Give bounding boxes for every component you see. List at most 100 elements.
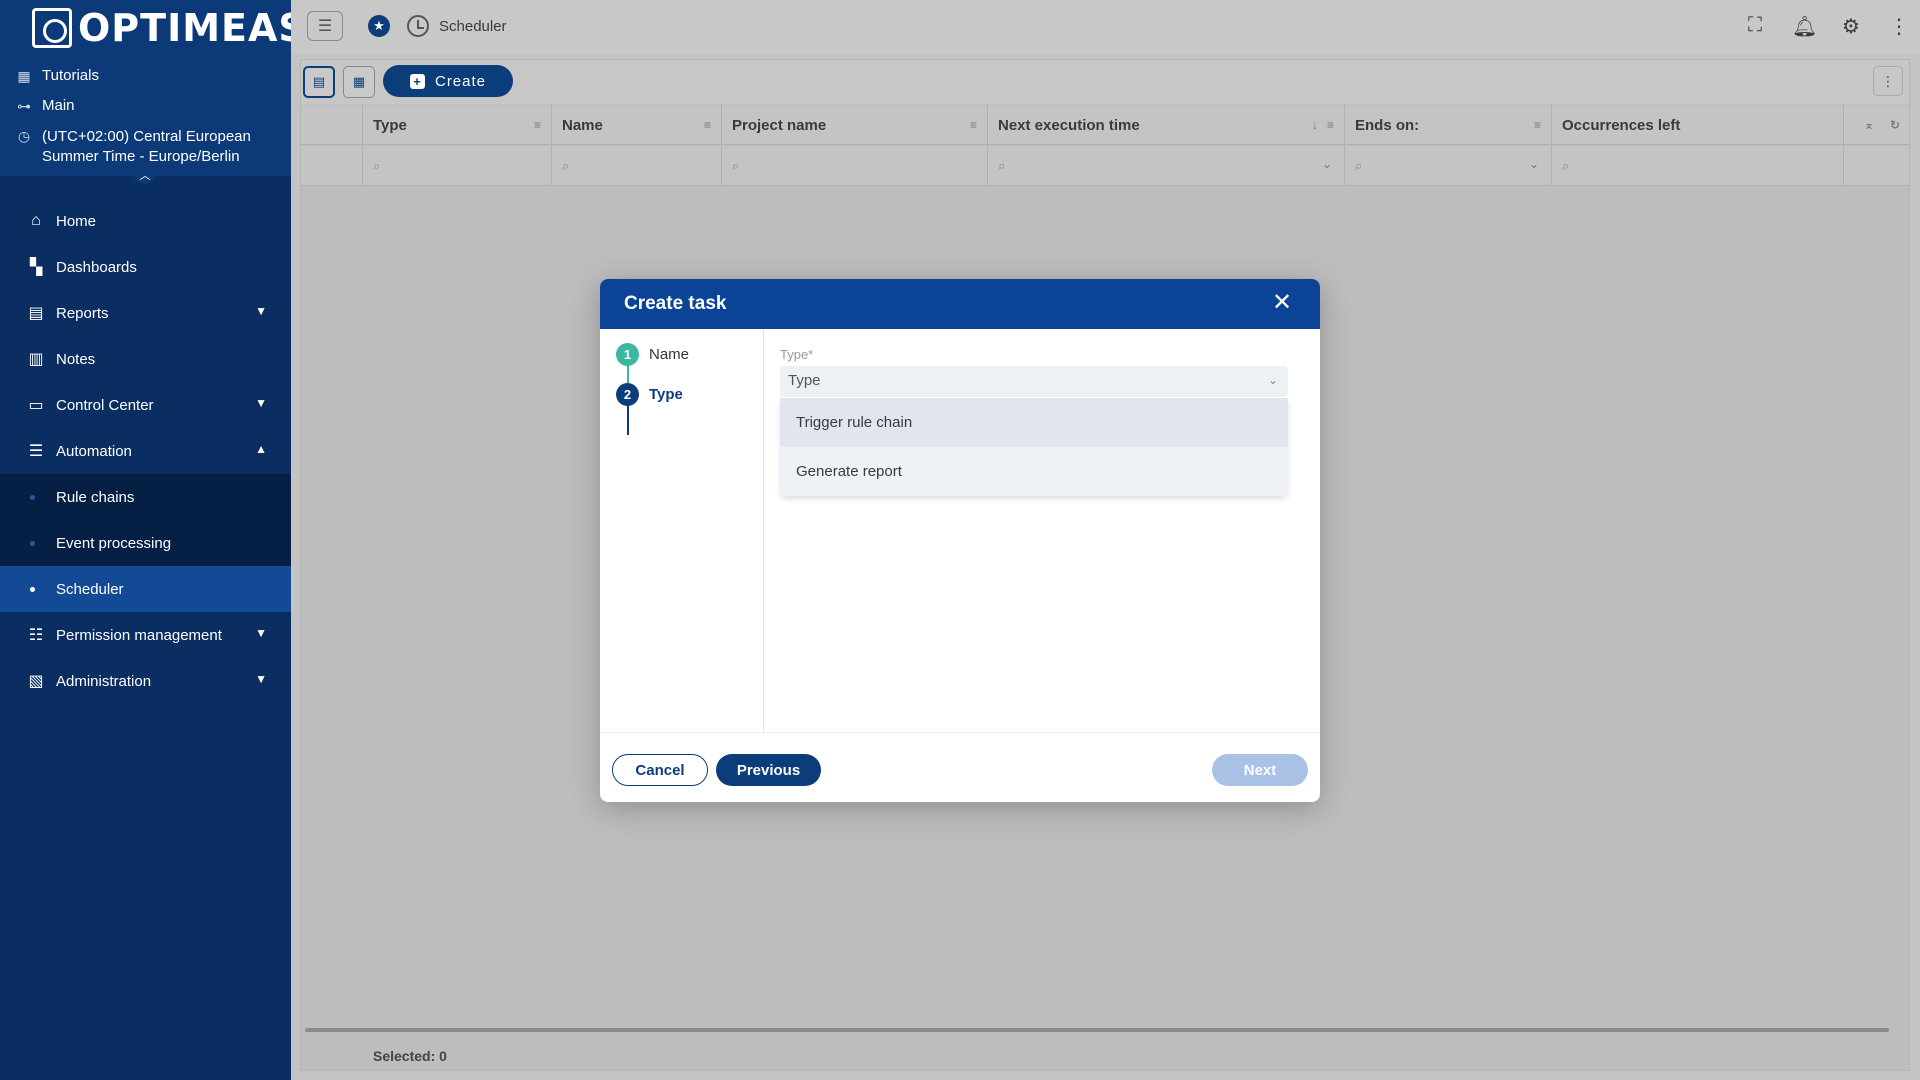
dialog-header: Create task ✕ — [600, 279, 1320, 329]
chevron-down-icon: ⌄ — [1267, 373, 1278, 387]
option-generate-report[interactable]: Generate report — [780, 447, 1288, 496]
toolbar-more-button[interactable]: ⋮ — [1873, 66, 1903, 96]
customer-label: Main — [42, 97, 75, 114]
column-label: Name — [562, 116, 603, 134]
collapse-icon[interactable]: ⌅ — [1864, 118, 1874, 132]
filter-icon[interactable]: ≡ — [970, 118, 977, 132]
filter-cell-next-execution-time[interactable]: ⌕ ⌄ — [988, 146, 1345, 186]
devices-icon: ▭ — [28, 397, 44, 414]
close-icon[interactable]: ✕ — [1270, 291, 1294, 316]
settings-gear-icon[interactable]: ⚙ — [1840, 14, 1862, 39]
filter-cell-name[interactable]: ⌕ — [552, 146, 722, 186]
previous-button[interactable]: Previous — [716, 754, 821, 786]
hierarchy-icon: ⊶ — [17, 98, 31, 114]
step-number: 1 — [616, 343, 639, 366]
tenant-tutorials[interactable]: ▦ Tutorials — [16, 67, 99, 84]
column-header-name[interactable]: Name ≡ — [552, 105, 722, 145]
sidebar-subitem-rule-chains[interactable]: Rule chains — [0, 474, 291, 520]
sidebar-item-home[interactable]: ⌂ Home — [0, 198, 291, 244]
type-select-value: Type — [788, 372, 821, 389]
search-icon: ⌕ — [562, 158, 570, 173]
sidebar-item-label: Permission management — [56, 626, 222, 644]
chevron-down-icon: ⌄ — [1321, 157, 1332, 171]
sidebar-item-label: Administration — [56, 672, 152, 690]
menu-toggle-button[interactable]: ☰ — [307, 11, 343, 41]
sidebar-header: OPTIMEAS ▦ Tutorials ⊶ Main ◷ (UTC+02:00… — [0, 0, 306, 176]
admin-icon: ▧ — [28, 673, 44, 690]
plus-icon: + — [409, 73, 425, 89]
sidebar-item-control-center[interactable]: ▭ Control Center ▼ — [0, 382, 291, 428]
column-header-project-name[interactable]: Project name ≡ — [722, 105, 988, 145]
collapse-chevron-icon[interactable]: ︿ — [134, 170, 156, 184]
filter-cell-type[interactable]: ⌕ — [363, 146, 552, 186]
sidebar-subitem-event-processing[interactable]: Event processing — [0, 520, 291, 566]
filter-cell-ends-on[interactable]: ⌕ ⌄ — [1345, 146, 1552, 186]
dashboard-icon: ▚ — [29, 259, 43, 276]
sidebar-item-permission-management[interactable]: ☷ Permission management ▼ — [0, 612, 291, 658]
sidebar-item-label: Dashboards — [56, 258, 137, 276]
filter-icon[interactable]: ≡ — [1327, 118, 1334, 132]
search-icon: ⌕ — [998, 158, 1006, 173]
filter-icon[interactable]: ≡ — [704, 118, 711, 132]
list-view-button[interactable]: ▤ — [303, 66, 335, 98]
step-number: 2 — [616, 383, 639, 406]
filter-icon[interactable]: ≡ — [534, 118, 541, 132]
building-icon: ▦ — [17, 68, 31, 84]
step-name[interactable]: 1 Name — [616, 343, 689, 366]
filter-cell-select — [301, 146, 363, 186]
type-select[interactable]: Type ⌄ — [780, 366, 1288, 397]
create-task-dialog: Create task ✕ 1 Name 2 Type Type* Type ⌄… — [600, 279, 1320, 802]
chevron-up-icon: ▲ — [255, 442, 267, 456]
logo-text: OPTIMEAS — [78, 6, 307, 50]
sort-down-icon[interactable]: ↓ — [1312, 118, 1318, 132]
favorite-star-icon[interactable]: ★ — [368, 15, 390, 37]
search-icon: ⌕ — [732, 158, 740, 173]
column-label: Next execution time — [998, 116, 1140, 134]
topbar-actions: ⛶ 🔔︎ ⚙ ⋮ — [1744, 14, 1910, 39]
sidebar-item-dashboards[interactable]: ▚ Dashboards — [0, 244, 291, 290]
column-header-occurrences-left[interactable]: Occurrences left — [1552, 105, 1844, 145]
customer-main[interactable]: ⊶ Main — [16, 97, 75, 114]
refresh-icon[interactable]: ↻ — [1890, 118, 1900, 132]
notifications-bell-icon[interactable]: 🔔︎ — [1792, 14, 1817, 39]
column-header-next-execution-time[interactable]: Next execution time ↓ ≡ — [988, 105, 1345, 145]
filter-cell-project-name[interactable]: ⌕ — [722, 146, 988, 186]
step-type[interactable]: 2 Type — [616, 383, 683, 406]
next-button[interactable]: Next — [1212, 754, 1308, 786]
sidebar-item-label: Notes — [56, 350, 96, 368]
sidebar-item-reports[interactable]: ▤ Reports ▼ — [0, 290, 291, 336]
sidebar-item-notes[interactable]: ▥ Notes — [0, 336, 291, 382]
column-header-ends-on[interactable]: Ends on: ≡ — [1345, 105, 1552, 145]
grid-toolbar: ▤ ▦ + Create ⋮ — [301, 60, 1909, 104]
sidebar-item-administration[interactable]: ▧ Administration ▼ — [0, 658, 291, 704]
fullscreen-icon[interactable]: ⛶ — [1744, 14, 1766, 39]
sidebar-subitem-scheduler[interactable]: Scheduler — [0, 566, 291, 612]
bullet-icon — [30, 495, 35, 500]
create-button[interactable]: + Create — [383, 65, 513, 97]
option-trigger-rule-chain[interactable]: Trigger rule chain — [780, 398, 1288, 447]
more-vertical-icon[interactable]: ⋮ — [1888, 14, 1910, 39]
sidebar-item-label: Control Center — [56, 396, 154, 414]
topbar: ☰ ★ Scheduler ⛶ 🔔︎ ⚙ ⋮ — [291, 0, 1920, 54]
sidebar-nav: ⌂ Home ▚ Dashboards ▤ Reports ▼ ▥ Notes … — [0, 198, 291, 704]
filter-cell-occurrences-left[interactable]: ⌕ — [1552, 146, 1844, 186]
step-label: Name — [649, 346, 690, 363]
logo: OPTIMEAS — [32, 6, 307, 50]
tenant-label: Tutorials — [42, 67, 99, 84]
cancel-button[interactable]: Cancel — [612, 754, 708, 786]
sidebar-subitem-label: Rule chains — [56, 488, 135, 506]
clipboard-icon: ▤ — [28, 305, 44, 322]
dialog-title: Create task — [624, 293, 727, 314]
note-icon: ▥ — [28, 351, 44, 368]
column-header-type[interactable]: Type ≡ — [363, 105, 552, 145]
dialog-body: Type* Type ⌄ Trigger rule chain Generate… — [764, 329, 1320, 732]
calendar-view-button[interactable]: ▦ — [343, 66, 375, 98]
filter-icon[interactable]: ≡ — [1534, 118, 1541, 132]
timezone[interactable]: ◷ (UTC+02:00) Central European Summer Ti… — [16, 127, 251, 167]
horizontal-scrollbar[interactable] — [305, 1028, 1889, 1032]
sidebar-subitem-label: Event processing — [56, 534, 172, 552]
page-title: Scheduler — [439, 18, 507, 35]
column-label: Ends on: — [1355, 116, 1420, 134]
step-connector — [627, 405, 629, 435]
sidebar-item-automation[interactable]: ☰ Automation ▲ — [0, 428, 291, 474]
